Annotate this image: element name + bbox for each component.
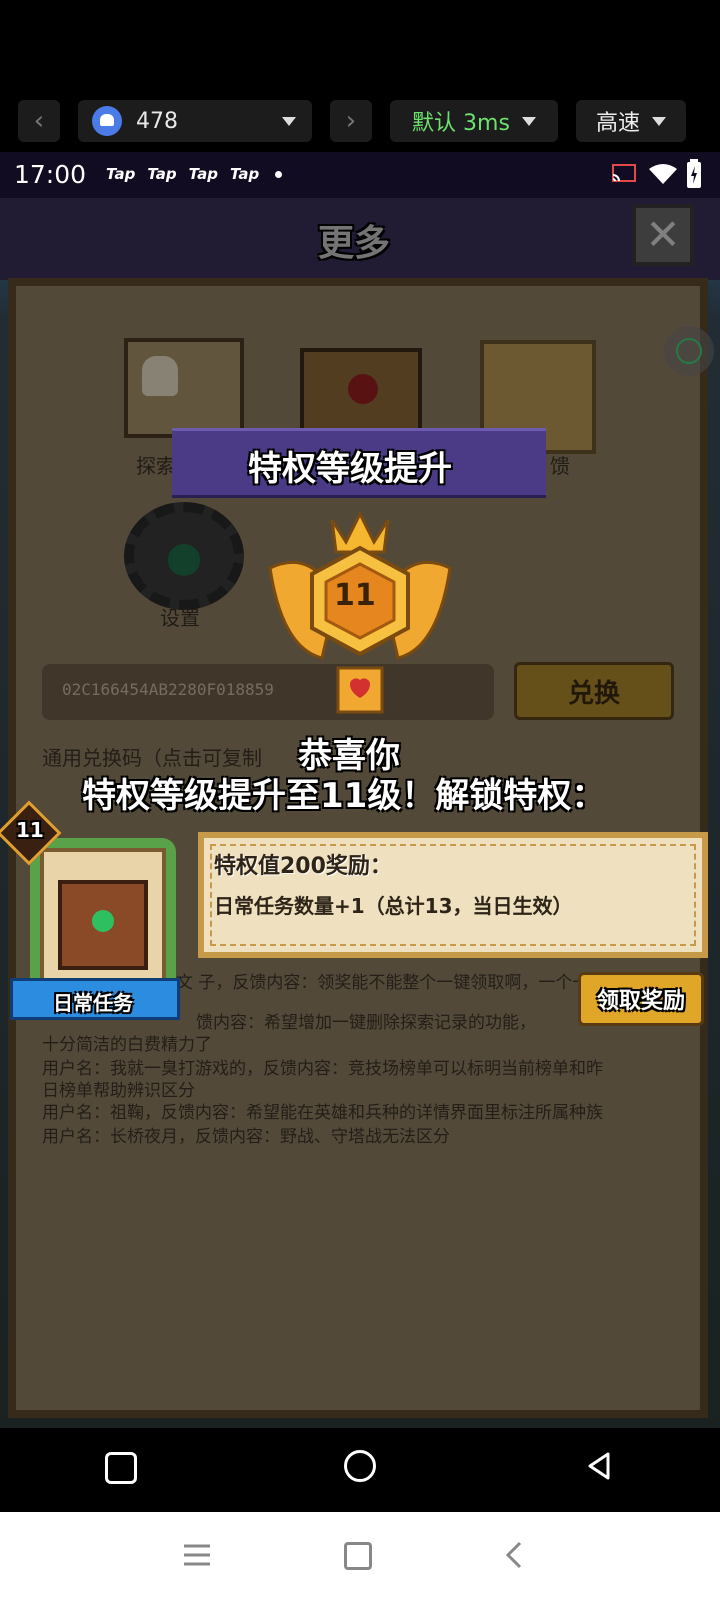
status-bar: 17:00 Tap Tap Tap Tap <box>0 152 720 198</box>
tap-icon: Tap <box>188 165 218 183</box>
daily-task-ribbon: 日常任务 <box>10 978 180 1020</box>
chevron-down-icon <box>521 116 536 126</box>
tap-icon: Tap <box>229 165 260 183</box>
network-label: 默认 3ms <box>412 111 510 136</box>
tap-icon: Tap <box>106 165 136 183</box>
back-button[interactable] <box>584 1450 614 1482</box>
dot-icon <box>275 171 283 178</box>
reward-description: 日常任务数量+1（总计13，当日生效） <box>214 894 573 918</box>
game-screen: 更多 ✕ 探索 馈 设置 02C166454AB2280F018859 兑换 通… <box>0 198 720 1428</box>
popup-title: 特权等级提升 <box>248 449 452 489</box>
back-chevron-icon[interactable] <box>504 1540 524 1570</box>
emblem-level: 11 <box>334 578 376 613</box>
network-selector[interactable]: 默认 3ms <box>390 100 558 142</box>
claim-reward-button[interactable]: 领取奖励 <box>578 972 704 1026</box>
task-book-icon <box>58 880 148 970</box>
popup-title-banner: 特权等级提升 <box>172 428 546 498</box>
android-nav-bar <box>0 1428 720 1512</box>
host-nav-bar <box>0 1512 720 1602</box>
reward-title: 特权值200奖励： <box>214 854 392 879</box>
notification-icons: Tap Tap Tap Tap <box>106 165 283 183</box>
wifi-icon <box>649 164 677 184</box>
home-button[interactable] <box>344 1450 376 1482</box>
card-level: 11 <box>16 818 44 842</box>
recents-button[interactable] <box>105 1452 137 1484</box>
forward-arrow-button[interactable]: › <box>330 100 372 142</box>
chevron-down-icon <box>652 116 666 126</box>
device-label: 478 <box>136 108 178 134</box>
speed-label: 高速 <box>595 111 640 136</box>
chevron-right-icon: › <box>345 106 357 136</box>
battery-icon <box>687 159 701 188</box>
clock: 17:00 <box>14 160 87 189</box>
privilege-emblem-icon <box>268 510 452 714</box>
daily-task-label: 日常任务 <box>53 991 133 1015</box>
reward-description-box: 特权值200奖励： 日常任务数量+1（总计13，当日生效） <box>198 832 708 958</box>
chevron-left-icon: ‹ <box>33 106 45 136</box>
chevron-down-icon <box>282 116 296 126</box>
tap-icon: Tap <box>147 165 177 183</box>
unlock-text: 特权等级提升至11级！解锁特权： <box>82 776 606 816</box>
cast-icon <box>612 164 636 182</box>
back-arrow-button[interactable]: ‹ <box>18 100 60 142</box>
home-square-icon[interactable] <box>344 1542 372 1570</box>
device-selector[interactable]: 478 <box>78 100 312 142</box>
menu-icon[interactable] <box>182 1542 212 1568</box>
speed-selector[interactable]: 高速 <box>576 100 686 142</box>
android-icon <box>92 106 122 136</box>
